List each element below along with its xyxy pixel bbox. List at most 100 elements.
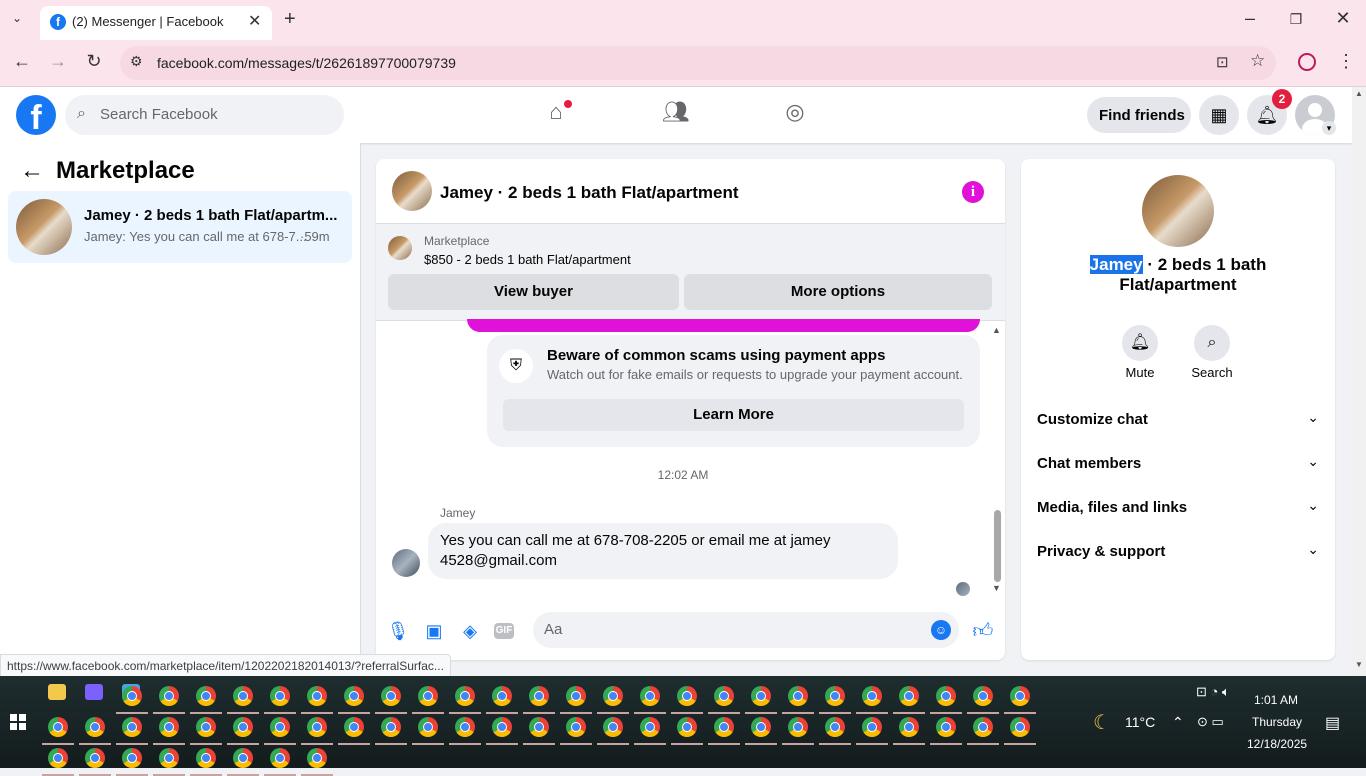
chrome-window-icon[interactable]	[899, 717, 919, 737]
menu-grid-icon[interactable]: ▦	[1199, 95, 1239, 135]
emoji-icon[interactable]: ☺	[931, 620, 951, 640]
close-window-icon[interactable]: ✕	[1320, 8, 1366, 29]
chrome-window-icon[interactable]	[714, 717, 734, 737]
groups-icon[interactable]: ◎	[778, 99, 812, 131]
chrome-window-icon[interactable]	[344, 717, 364, 737]
chrome-window-icon[interactable]	[122, 717, 142, 737]
photo-icon[interactable]: ▣	[422, 619, 446, 643]
chrome-window-icon[interactable]	[48, 748, 68, 768]
site-info-icon[interactable]: ⚙	[130, 53, 143, 70]
browser-tab[interactable]: f (2) Messenger | Facebook ✕	[40, 6, 272, 40]
page-scroll-up-icon[interactable]: ▲	[1355, 89, 1363, 98]
chrome-window-icon[interactable]	[455, 717, 475, 737]
chrome-window-icon[interactable]	[1010, 717, 1030, 737]
scroll-up-icon[interactable]: ▲	[992, 325, 1001, 335]
chrome-window-icon[interactable]	[159, 717, 179, 737]
chrome-window-icon[interactable]	[677, 717, 697, 737]
file-explorer-icon[interactable]	[48, 684, 66, 700]
view-buyer-button[interactable]: View buyer	[388, 274, 679, 310]
customize-chat-section[interactable]: Customize chat ⌄	[1037, 409, 1319, 433]
friends-icon[interactable]: 👥︎	[659, 99, 693, 131]
address-bar[interactable]: ⚙ facebook.com/messages/t/26261897700079…	[120, 46, 1276, 80]
page-scrollbar[interactable]: ▲ ▼	[1352, 87, 1366, 676]
chrome-window-icon[interactable]	[899, 686, 919, 706]
chrome-window-icon[interactable]	[640, 717, 660, 737]
minimize-icon[interactable]: –	[1227, 8, 1273, 29]
chrome-window-icon[interactable]	[233, 748, 253, 768]
chrome-window-icon[interactable]	[270, 686, 290, 706]
chrome-window-icon[interactable]	[122, 748, 142, 768]
tray-chevron-icon[interactable]: ⌃	[1172, 714, 1184, 731]
clock-day[interactable]: Thursday	[1252, 715, 1302, 729]
chrome-window-icon[interactable]	[936, 686, 956, 706]
listing-price-title[interactable]: $850 - 2 beds 1 bath Flat/apartment	[424, 252, 631, 267]
bookmark-star-icon[interactable]: ☆	[1250, 51, 1265, 71]
more-options-button[interactable]: More options	[684, 274, 992, 310]
chrome-window-icon[interactable]	[529, 686, 549, 706]
chrome-window-icon[interactable]	[862, 717, 882, 737]
tab-search-icon[interactable]: ⌄	[12, 11, 22, 25]
page-scroll-down-icon[interactable]: ▼	[1355, 660, 1363, 669]
sticker-icon[interactable]: ◈	[458, 619, 482, 643]
chrome-window-icon[interactable]	[603, 717, 623, 737]
weather-temperature[interactable]: 11°C	[1125, 714, 1155, 730]
chrome-window-icon[interactable]	[159, 686, 179, 706]
chrome-window-icon[interactable]	[973, 686, 993, 706]
chrome-window-icon[interactable]	[455, 686, 475, 706]
chrome-window-icon[interactable]	[862, 686, 882, 706]
conversation-info-icon[interactable]: i	[962, 181, 984, 203]
microphone-icon[interactable]: 🎙︎	[386, 619, 410, 643]
new-tab-icon[interactable]: +	[284, 8, 296, 31]
mute-bell-icon[interactable]: 🔔︎	[1122, 325, 1158, 361]
chrome-window-icon[interactable]	[307, 686, 327, 706]
clock-date[interactable]: 12/18/2025	[1247, 737, 1307, 751]
gif-icon[interactable]: GIF	[494, 623, 514, 639]
chrome-window-icon[interactable]	[677, 686, 697, 706]
clock-time[interactable]: 1:01 AM	[1254, 693, 1298, 707]
chrome-window-icon[interactable]	[492, 717, 512, 737]
chrome-window-icon[interactable]	[85, 748, 105, 768]
chrome-window-icon[interactable]	[973, 717, 993, 737]
chrome-window-icon[interactable]	[196, 748, 216, 768]
account-chevron-icon[interactable]: ▾	[1322, 121, 1336, 135]
chrome-window-icon[interactable]	[270, 748, 290, 768]
chrome-window-icon[interactable]	[48, 717, 68, 737]
chrome-window-icon[interactable]	[196, 686, 216, 706]
chrome-window-icon[interactable]	[751, 717, 771, 737]
chrome-window-icon[interactable]	[936, 717, 956, 737]
scroll-down-icon[interactable]: ▼	[992, 583, 1001, 593]
chrome-window-icon[interactable]	[418, 686, 438, 706]
chrome-window-icon[interactable]	[714, 686, 734, 706]
chrome-window-icon[interactable]	[196, 717, 216, 737]
browser-menu-icon[interactable]: ⋮	[1337, 51, 1355, 72]
chat-scrollbar[interactable]: ▲ ▼	[991, 325, 1003, 593]
chrome-window-icon[interactable]	[307, 748, 327, 768]
chrome-window-icon[interactable]	[825, 686, 845, 706]
weather-moon-icon[interactable]: ☾	[1093, 710, 1111, 735]
chrome-window-icon[interactable]	[122, 686, 142, 706]
chrome-window-icon[interactable]	[751, 686, 771, 706]
chrome-window-icon[interactable]	[566, 686, 586, 706]
search-input[interactable]: ⌕ Search Facebook	[65, 95, 344, 135]
learn-more-button[interactable]: Learn More	[503, 399, 964, 431]
chrome-window-icon[interactable]	[1010, 686, 1030, 706]
chrome-window-icon[interactable]	[418, 717, 438, 737]
chrome-window-icon[interactable]	[381, 717, 401, 737]
message-input[interactable]: Aa ☺	[533, 612, 959, 648]
scroll-thumb[interactable]	[994, 510, 1001, 582]
chrome-window-icon[interactable]	[307, 717, 327, 737]
chrome-window-icon[interactable]	[492, 686, 512, 706]
chrome-window-icon[interactable]	[788, 717, 808, 737]
chrome-window-icon[interactable]	[640, 686, 660, 706]
chrome-window-icon[interactable]	[344, 686, 364, 706]
privacy-support-section[interactable]: Privacy & support ⌄	[1037, 541, 1319, 565]
search-conversation-icon[interactable]: ⌕	[1194, 325, 1230, 361]
find-friends-button[interactable]: Find friends	[1087, 97, 1191, 133]
forward-icon[interactable]: →	[46, 51, 70, 72]
details-listing-photo[interactable]	[1142, 175, 1214, 247]
chat-header-thumbnail[interactable]	[392, 171, 432, 211]
chrome-window-icon[interactable]	[381, 686, 401, 706]
chrome-window-icon[interactable]	[788, 686, 808, 706]
chrome-window-icon[interactable]	[603, 686, 623, 706]
chrome-window-icon[interactable]	[233, 686, 253, 706]
